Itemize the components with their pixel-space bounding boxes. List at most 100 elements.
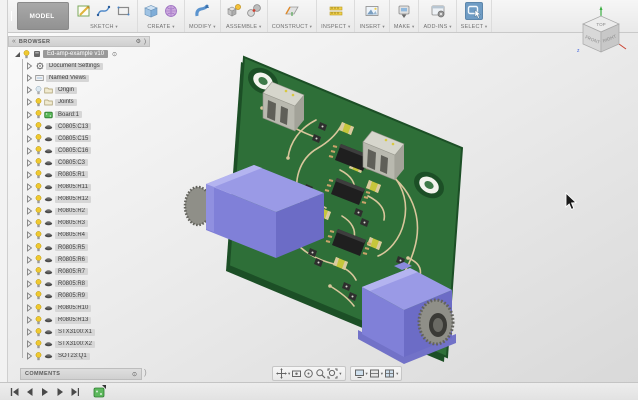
tree-item-label[interactable]: R0805:R13 (55, 317, 91, 324)
expand-arrow-icon[interactable] (26, 256, 33, 264)
display-settings-icon[interactable]: ▾ (354, 368, 368, 379)
tree-row[interactable]: R0805:R12 (8, 193, 150, 205)
insert-image-icon[interactable] (363, 2, 381, 20)
tree-row[interactable]: Board:1 (8, 108, 150, 120)
timeline-board-feature-icon[interactable] (93, 385, 107, 399)
visibility-bulb-icon[interactable] (35, 195, 42, 204)
visibility-bulb-icon[interactable] (35, 110, 42, 119)
expand-arrow-icon[interactable] (26, 183, 33, 191)
expand-arrow-icon[interactable] (26, 135, 33, 143)
expand-arrow-icon[interactable] (26, 304, 33, 312)
visibility-bulb-icon[interactable] (35, 207, 42, 216)
zoom-icon[interactable] (315, 368, 326, 379)
visibility-bulb-icon[interactable] (35, 304, 42, 313)
expand-arrow-icon[interactable] (26, 195, 33, 203)
expand-arrow-icon[interactable] (26, 328, 33, 336)
toolbar-menu-create[interactable]: CREATE ▾ (142, 24, 180, 31)
orbit-icon[interactable] (303, 368, 314, 379)
tree-item-label[interactable]: R0805:R6 (55, 256, 88, 263)
look-at-icon[interactable] (291, 368, 302, 379)
timeline-go-to-start-button[interactable] (10, 386, 19, 397)
tree-root-row[interactable]: Ed-amp-example v10 ⊙ (8, 48, 150, 60)
tree-item-label[interactable]: STX3100:X1 (55, 329, 95, 336)
construction-plane-icon[interactable] (283, 2, 301, 20)
expand-arrow-icon[interactable] (26, 86, 33, 94)
comments-panel-handle-icon[interactable]: ) (144, 368, 147, 377)
form-icon[interactable] (162, 2, 180, 20)
expand-arrow-icon[interactable] (26, 244, 33, 252)
workspace-switcher[interactable]: MODEL (17, 2, 69, 30)
tree-row[interactable]: R0805:R1 (8, 169, 150, 181)
tree-row[interactable]: C0805:C13 (8, 121, 150, 133)
expand-arrow-icon[interactable] (26, 111, 33, 119)
expand-arrow-icon[interactable] (26, 316, 33, 324)
expand-arrow-icon[interactable] (26, 280, 33, 288)
tree-item-label[interactable]: R0805:R10 (55, 305, 91, 312)
scripts-addins-icon[interactable] (429, 2, 447, 20)
tree-row[interactable]: STX3100:X1 (8, 326, 150, 338)
visibility-bulb-icon[interactable] (35, 267, 42, 276)
3d-print-icon[interactable] (395, 2, 413, 20)
tree-item-label[interactable]: R0805:R3 (55, 220, 88, 227)
tree-item-label[interactable]: Board:1 (55, 111, 82, 118)
visibility-bulb-icon[interactable] (35, 219, 42, 228)
tree-row[interactable]: R0805:R7 (8, 266, 150, 278)
visibility-bulb-icon[interactable] (35, 352, 42, 361)
visibility-bulb-icon[interactable] (35, 183, 42, 192)
tree-item-label[interactable]: R0805:R9 (55, 292, 88, 299)
visibility-bulb-icon[interactable] (35, 328, 42, 337)
tree-row[interactable]: R0805:R8 (8, 278, 150, 290)
visibility-bulb-icon[interactable] (35, 279, 42, 288)
visibility-bulb-icon[interactable] (35, 170, 42, 179)
tree-item-label[interactable]: C0805:C16 (55, 147, 91, 154)
expand-arrow-icon[interactable] (26, 74, 33, 82)
tree-item-label[interactable]: Named Views (46, 75, 89, 82)
tree-row[interactable]: STX3100:X2 (8, 338, 150, 350)
select-icon[interactable] (465, 2, 483, 20)
tree-item-label[interactable]: R0805:R2 (55, 208, 88, 215)
expand-arrow-icon[interactable] (14, 51, 21, 58)
tree-item-label[interactable]: R0805:R4 (55, 232, 88, 239)
new-component-icon[interactable] (225, 2, 243, 20)
toolbar-menu-construct[interactable]: CONSTRUCT ▾ (272, 24, 312, 31)
spline-icon[interactable] (95, 2, 113, 20)
tree-item-label[interactable]: R0805:R12 (55, 196, 91, 203)
visibility-bulb-icon[interactable] (35, 158, 42, 167)
tree-row[interactable]: Origin (8, 84, 150, 96)
expand-arrow-icon[interactable] (26, 231, 33, 239)
tree-row[interactable]: R0805:R2 (8, 205, 150, 217)
panel-handle-icon[interactable]: ) (144, 39, 146, 45)
tree-row[interactable]: SOT23:Q1 (8, 350, 150, 362)
visibility-bulb-icon[interactable] (35, 316, 42, 325)
tree-row[interactable]: R0805:R11 (8, 181, 150, 193)
tree-row[interactable]: R0805:R9 (8, 290, 150, 302)
collapse-chevrons-icon[interactable]: « (12, 38, 16, 45)
measure-icon[interactable] (327, 2, 345, 20)
gear-icon[interactable]: ⚙ (136, 38, 141, 45)
viewports-icon[interactable]: ▾ (384, 368, 398, 379)
tree-row[interactable]: R0805:R5 (8, 242, 150, 254)
view-cube[interactable]: z TOP FRONT RIGHT (568, 6, 634, 68)
expand-arrow-icon[interactable] (26, 352, 33, 360)
visibility-bulb-icon[interactable] (35, 340, 42, 349)
visibility-bulb-icon[interactable] (35, 243, 42, 252)
pan-icon[interactable]: ▾ (276, 368, 290, 379)
toolbar-menu-modify[interactable]: MODIFY ▾ (189, 24, 216, 31)
tree-row[interactable]: R0805:R13 (8, 314, 150, 326)
tree-row[interactable]: R0805:R10 (8, 302, 150, 314)
tree-row[interactable]: R0805:R6 (8, 254, 150, 266)
rectangle-icon[interactable] (115, 2, 133, 20)
tree-item-label[interactable]: Document Settings (46, 63, 103, 70)
tree-row[interactable]: Document Settings (8, 60, 150, 72)
tree-item-label[interactable]: Joints (55, 99, 77, 106)
visibility-bulb-icon[interactable] (35, 255, 42, 264)
expand-arrow-icon[interactable] (26, 340, 33, 348)
expand-arrow-icon[interactable] (26, 147, 33, 155)
expand-arrow-icon[interactable] (26, 219, 33, 227)
timeline-play-button[interactable] (40, 386, 49, 397)
comments-badge-icon[interactable]: ⊙ (132, 371, 137, 378)
toolbar-menu-sketch[interactable]: SKETCH ▾ (75, 24, 133, 31)
expand-arrow-icon[interactable] (26, 159, 33, 167)
visibility-bulb-icon[interactable] (35, 146, 42, 155)
expand-arrow-icon[interactable] (26, 62, 33, 70)
